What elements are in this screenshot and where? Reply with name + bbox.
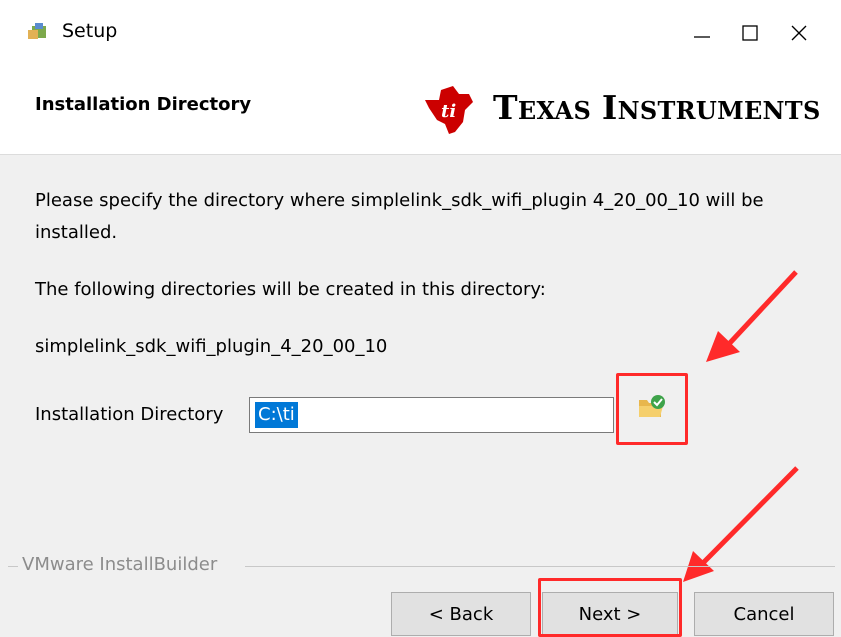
annotation-arrows (683, 270, 799, 582)
cancel-button[interactable]: Cancel (694, 592, 834, 636)
next-button-highlight (538, 578, 682, 637)
footer-divider (245, 566, 835, 567)
arrow-to-next-icon (683, 466, 799, 582)
footer-divider-left (8, 566, 18, 567)
vmware-installbuilder-label: VMware InstallBuilder (22, 554, 218, 575)
back-button[interactable]: < Back (391, 592, 531, 636)
arrow-to-browse-icon (706, 270, 798, 362)
